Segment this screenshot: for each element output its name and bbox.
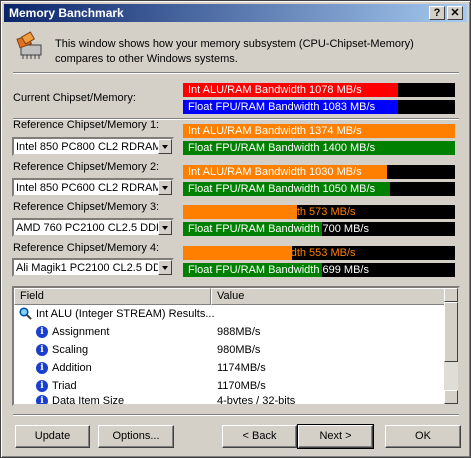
reference-1-float-bar: Float FPU/RAM Bandwidth 1400 MB/s	[183, 141, 455, 155]
reference-3-select[interactable]: AMD 760 PC2100 CL2.5 DDR (	[12, 218, 174, 237]
chevron-down-icon[interactable]	[158, 220, 172, 235]
info-icon: i	[36, 326, 48, 338]
magnifier-icon	[19, 307, 32, 320]
reference-1-select[interactable]: Intel 850 PC800 CL2 RDRAM (f	[12, 137, 174, 156]
reference-2-float-bar-text: Float FPU/RAM Bandwidth 1050 MB/s	[188, 183, 376, 195]
reference-1-select-value: Intel 850 PC800 CL2 RDRAM (f	[16, 141, 162, 153]
reference-4-int-bar-text: Int ALU/RAM Bandwidth 553 MB/s	[188, 247, 356, 259]
back-button[interactable]: < Back	[222, 425, 297, 448]
info-icon: i	[36, 395, 48, 404]
list-item[interactable]: i Assignment 988MB/s	[14, 323, 446, 341]
reference-3-float-bar: Float FPU/RAM Bandwidth 700 MB/s	[183, 222, 455, 236]
title-bar[interactable]: Memory Banchmark ? ✕	[4, 4, 467, 22]
reference-4-int-bar: Int ALU/RAM Bandwidth 553 MB/s	[183, 246, 455, 260]
row-field: Scaling	[52, 344, 89, 356]
memory-chip-icon	[16, 31, 42, 59]
chevron-down-icon[interactable]	[158, 260, 172, 275]
results-list[interactable]: Field Value Int ALU (Integer STREAM) Res…	[12, 286, 460, 406]
next-button[interactable]: Next >	[297, 424, 374, 449]
help-button[interactable]: ?	[429, 6, 445, 20]
current-float-bar-text: Float FPU/RAM Bandwidth 1083 MB/s	[188, 101, 376, 113]
row-value: 988MB/s	[217, 326, 261, 338]
list-item[interactable]: i Addition 1174MB/s	[14, 359, 446, 377]
reference-2-label: Reference Chipset/Memory 2:	[13, 161, 160, 173]
reference-1-int-bar: Int ALU/RAM Bandwidth 1374 MB/s	[183, 124, 455, 138]
reference-2-int-bar-text: Int ALU/RAM Bandwidth 1030 MB/s	[188, 166, 362, 178]
reference-2-int-bar: Int ALU/RAM Bandwidth 1030 MB/s	[183, 165, 455, 179]
reference-1-int-bar-text: Int ALU/RAM Bandwidth 1374 MB/s	[188, 125, 362, 137]
row-field: Addition	[52, 362, 92, 374]
reference-1-float-bar-text: Float FPU/RAM Bandwidth 1400 MB/s	[188, 142, 376, 154]
row-field: Data Item Size	[52, 395, 125, 406]
memory-benchmark-window: Memory Banchmark ? ✕ This window shows h…	[0, 0, 471, 458]
reference-3-int-bar-text: Int ALU/RAM Bandwidth 573 MB/s	[188, 206, 356, 218]
current-int-bar-text: Int ALU/RAM Bandwidth 1078 MB/s	[188, 84, 362, 96]
reference-4-select[interactable]: Ali Magik1 PC2100 CL2.5 DDR	[12, 258, 174, 277]
reference-2-select[interactable]: Intel 850 PC600 CL2 RDRAM (f	[12, 178, 174, 197]
close-button[interactable]: ✕	[447, 6, 463, 20]
list-item[interactable]: i Data Item Size 4-bytes / 32-bits	[14, 392, 446, 406]
row-field: Int ALU (Integer STREAM) Results...	[36, 308, 215, 320]
row-field: Assignment	[52, 326, 110, 338]
reference-4-float-bar-text: Float FPU/RAM Bandwidth 699 MB/s	[188, 264, 369, 276]
reference-4-float-bar: Float FPU/RAM Bandwidth 699 MB/s	[183, 263, 455, 277]
reference-3-float-bar-text: Float FPU/RAM Bandwidth 700 MB/s	[188, 223, 369, 235]
reference-3-int-bar: Int ALU/RAM Bandwidth 573 MB/s	[183, 205, 455, 219]
reference-4-select-value: Ali Magik1 PC2100 CL2.5 DDR	[16, 262, 162, 274]
row-value: 980MB/s	[217, 344, 261, 356]
description-text: This window shows how your memory subsys…	[55, 38, 414, 65]
scroll-thumb[interactable]	[444, 302, 458, 362]
row-value: 1174MB/s	[217, 362, 266, 374]
ok-button[interactable]: OK	[385, 425, 461, 448]
scroll-down-button[interactable]	[444, 390, 458, 404]
options-button[interactable]: Options...	[98, 425, 174, 448]
divider	[13, 414, 459, 416]
chevron-down-icon[interactable]	[158, 180, 172, 195]
reference-4-label: Reference Chipset/Memory 4:	[13, 242, 160, 254]
scroll-up-button[interactable]	[444, 288, 458, 302]
update-button[interactable]: Update	[15, 425, 90, 448]
column-header-field[interactable]: Field	[14, 288, 211, 305]
reference-1-label: Reference Chipset/Memory 1:	[13, 119, 160, 131]
chevron-down-icon[interactable]	[158, 139, 172, 154]
current-float-bar: Float FPU/RAM Bandwidth 1083 MB/s	[183, 100, 455, 114]
list-item[interactable]: Int ALU (Integer STREAM) Results...	[14, 305, 446, 323]
row-value: 4-bytes / 32-bits	[217, 395, 296, 406]
reference-2-select-value: Intel 850 PC600 CL2 RDRAM (f	[16, 182, 162, 194]
divider	[13, 72, 459, 74]
info-icon: i	[36, 362, 48, 374]
info-icon: i	[36, 344, 48, 356]
column-header-value[interactable]: Value	[211, 288, 446, 305]
vertical-scrollbar[interactable]	[444, 288, 458, 404]
info-icon: i	[36, 380, 48, 392]
window-title: Memory Banchmark	[9, 6, 124, 20]
list-item[interactable]: i Scaling 980MB/s	[14, 341, 446, 359]
reference-3-label: Reference Chipset/Memory 3:	[13, 201, 160, 213]
current-int-bar: Int ALU/RAM Bandwidth 1078 MB/s	[183, 83, 455, 97]
current-chipset-label: Current Chipset/Memory:	[13, 92, 136, 104]
reference-2-float-bar: Float FPU/RAM Bandwidth 1050 MB/s	[183, 182, 455, 196]
reference-3-select-value: AMD 760 PC2100 CL2.5 DDR (	[16, 222, 162, 234]
